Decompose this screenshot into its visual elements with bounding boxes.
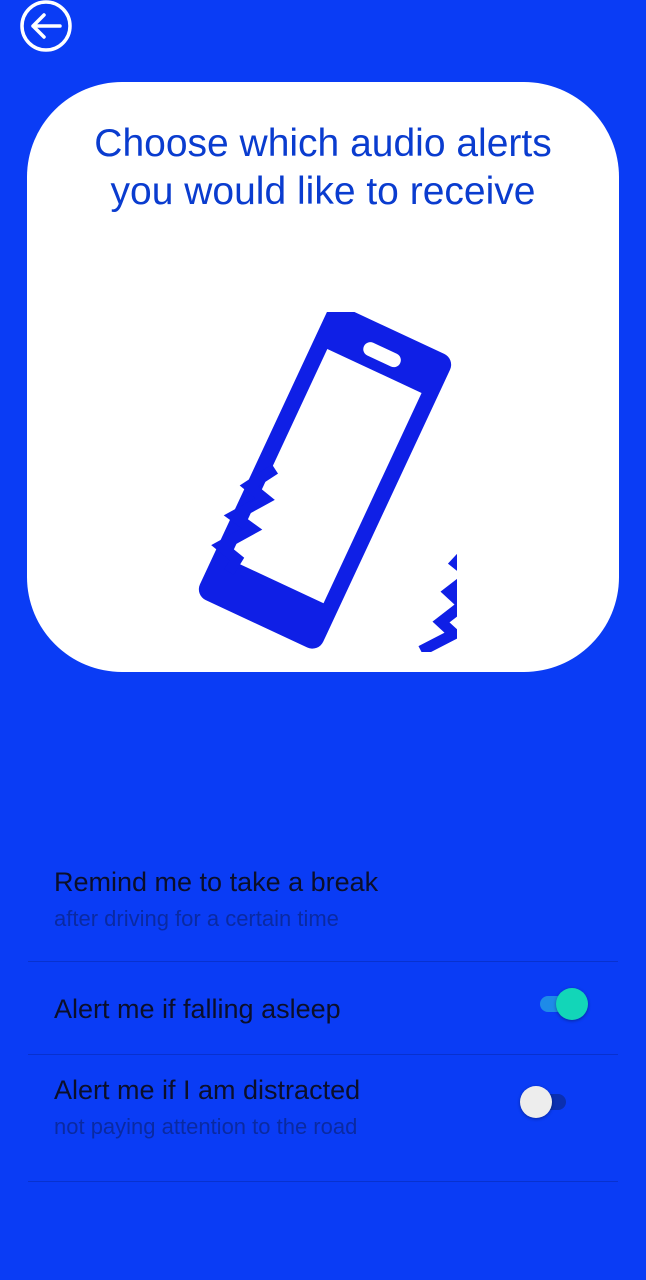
arrow-left-circle-icon <box>20 0 72 52</box>
setting-falling-asleep[interactable]: Alert me if falling asleep <box>28 962 618 1055</box>
setting-subtitle: after driving for a certain time <box>54 906 339 931</box>
intro-card: Choose which audio alerts you would like… <box>27 82 619 672</box>
setting-subtitle: not paying attention to the road <box>54 1114 358 1139</box>
setting-take-break[interactable]: Remind me to take a break after driving … <box>28 835 618 962</box>
vibrating-phone-icon <box>198 312 457 652</box>
falling-asleep-toggle[interactable] <box>534 984 588 1024</box>
setting-distracted[interactable]: Alert me if I am distracted not paying a… <box>28 1055 618 1182</box>
toggle-knob <box>556 988 588 1020</box>
toggle-knob <box>520 1086 552 1118</box>
setting-title: Alert me if I am distracted <box>54 1075 361 1105</box>
setting-title: Alert me if falling asleep <box>54 994 341 1024</box>
alert-settings-list: Remind me to take a break after driving … <box>28 835 618 1182</box>
back-button[interactable] <box>18 0 74 52</box>
setting-title: Remind me to take a break <box>54 867 379 897</box>
distracted-toggle[interactable] <box>520 1082 574 1122</box>
card-title: Choose which audio alerts you would like… <box>94 122 552 213</box>
